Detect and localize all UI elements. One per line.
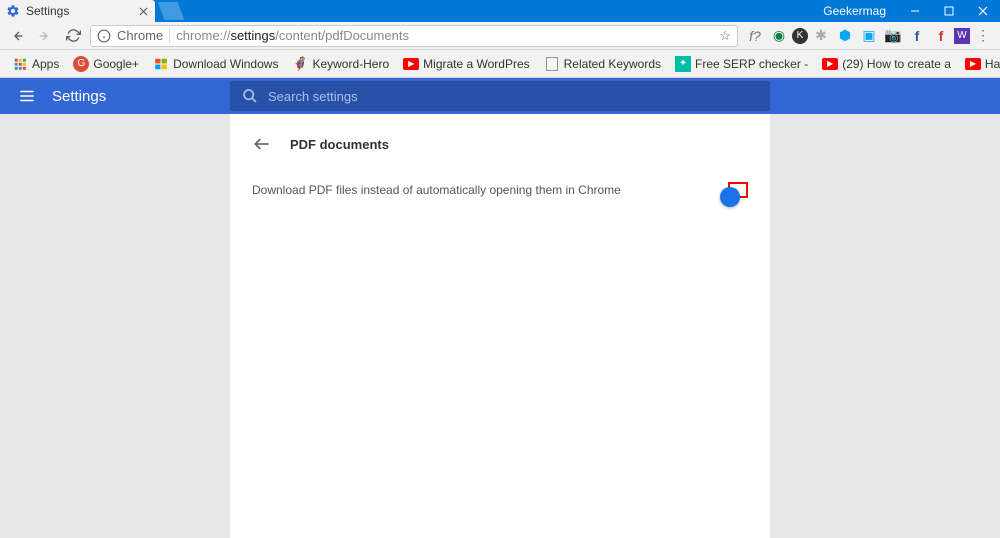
bookmarks-bar: Apps G Google+ Download Windows 🦸 Keywor… <box>0 50 1000 78</box>
setting-label: Download PDF files instead of automatica… <box>252 183 728 197</box>
search-icon <box>242 88 258 104</box>
toggle-knob <box>720 187 740 207</box>
bookmark-label: Google+ <box>93 57 139 71</box>
highlight-box <box>728 182 748 198</box>
bookmark-label: Free SERP checker - <box>695 57 808 71</box>
ext-icon-5[interactable]: ⬢ <box>834 25 856 47</box>
extension-icons: f? ◉ K ✱ ⬢ ▣ 📷 f f W ⋮ <box>744 25 994 47</box>
youtube-icon: ▶ <box>965 58 981 70</box>
settings-title: Settings <box>52 88 106 105</box>
window-maximize[interactable] <box>932 0 966 22</box>
apps-icon <box>12 56 28 72</box>
bookmark-label: Hang Ups (Want You <box>985 57 1000 71</box>
omnibox-url: chrome://settings/content/pdfDocuments <box>176 28 713 43</box>
settings-header: Settings Search settings <box>0 78 1000 114</box>
window-minimize[interactable] <box>898 0 932 22</box>
settings-search[interactable]: Search settings <box>230 81 770 111</box>
ext-icon-9[interactable]: f <box>930 25 952 47</box>
window-titlebar: Settings Geekermag <box>0 0 1000 22</box>
ext-icon-10[interactable]: W <box>954 28 970 44</box>
ext-icon-2[interactable]: ◉ <box>768 25 790 47</box>
bookmark-related-keywords[interactable]: Related Keywords <box>538 53 667 75</box>
bookmark-serp-checker[interactable]: ✦ Free SERP checker - <box>669 53 814 75</box>
forward-button[interactable] <box>34 25 56 47</box>
bookmark-label: Keyword-Hero <box>312 57 389 71</box>
ext-icon-6[interactable]: ▣ <box>858 25 880 47</box>
bookmark-hang-ups[interactable]: ▶ Hang Ups (Want You <box>959 54 1000 74</box>
settings-card: PDF documents Download PDF files instead… <box>230 114 770 538</box>
card-title: PDF documents <box>290 137 389 152</box>
reload-button[interactable] <box>62 25 84 47</box>
tab-title: Settings <box>26 4 131 18</box>
browser-toolbar: Chrome chrome://settings/content/pdfDocu… <box>0 22 1000 50</box>
page-icon <box>544 56 560 72</box>
back-arrow-button[interactable] <box>252 134 272 154</box>
bookmark-label: Download Windows <box>173 57 278 71</box>
ext-icon-3[interactable]: K <box>792 28 808 44</box>
ext-icon-7[interactable]: 📷 <box>882 25 904 47</box>
setting-row-pdf-download: Download PDF files instead of automatica… <box>230 168 770 212</box>
bookmark-download-windows[interactable]: Download Windows <box>147 53 284 75</box>
address-bar[interactable]: Chrome chrome://settings/content/pdfDocu… <box>90 25 738 47</box>
bookmark-label: (29) How to create a <box>842 57 951 71</box>
windows-icon <box>153 56 169 72</box>
browser-tab[interactable]: Settings <box>0 0 155 22</box>
content-area: PDF documents Download PDF files instead… <box>0 114 1000 538</box>
window-owner: Geekermag <box>823 4 886 18</box>
chrome-menu[interactable]: ⋮ <box>972 25 994 47</box>
ext-icon-1[interactable]: f? <box>744 25 766 47</box>
bookmark-star-icon[interactable]: ☆ <box>719 28 731 44</box>
ext-icon-4[interactable]: ✱ <box>810 25 832 47</box>
window-close[interactable] <box>966 0 1000 22</box>
bookmark-apps[interactable]: Apps <box>6 53 65 75</box>
omnibox-origin: Chrome <box>117 28 170 43</box>
back-button[interactable] <box>6 25 28 47</box>
googleplus-icon: G <box>73 56 89 72</box>
bookmark-migrate-wp[interactable]: ▶ Migrate a WordPres <box>397 54 535 74</box>
ext-icon-8[interactable]: f <box>906 25 928 47</box>
tab-close-button[interactable] <box>137 5 149 17</box>
bookmark-label: Related Keywords <box>564 57 661 71</box>
bookmark-label: Migrate a WordPres <box>423 57 529 71</box>
new-tab-button[interactable] <box>158 2 185 20</box>
search-placeholder: Search settings <box>268 89 358 104</box>
bookmark-googleplus[interactable]: G Google+ <box>67 53 145 75</box>
hamburger-menu-icon[interactable] <box>18 87 36 105</box>
bookmark-label: Apps <box>32 57 59 71</box>
serp-icon: ✦ <box>675 56 691 72</box>
youtube-icon: ▶ <box>822 58 838 70</box>
info-icon <box>97 29 111 43</box>
bookmark-how-to-create[interactable]: ▶ (29) How to create a <box>816 54 957 74</box>
bookmark-keyword-hero[interactable]: 🦸 Keyword-Hero <box>286 53 395 75</box>
keyword-hero-icon: 🦸 <box>292 56 308 72</box>
gear-icon <box>6 4 20 18</box>
youtube-icon: ▶ <box>403 58 419 70</box>
